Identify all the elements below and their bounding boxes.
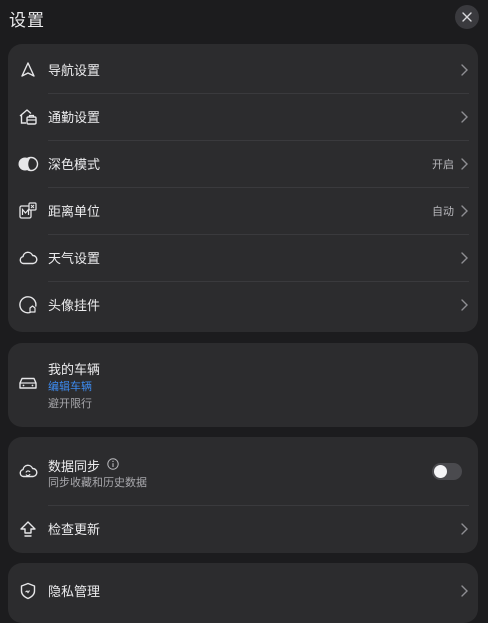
vehicle-subtitle: 避开限行 — [48, 397, 92, 410]
close-icon — [461, 11, 473, 23]
chevron-right-icon — [459, 251, 469, 265]
header: 设置 — [0, 0, 488, 36]
vehicle-title: 我的车辆 — [48, 363, 101, 378]
page-title: 设置 — [9, 11, 45, 31]
chevron-right-icon — [459, 157, 469, 171]
navigation-arrow-icon — [17, 59, 39, 81]
data-sync-title: 数据同步 — [48, 460, 101, 475]
sync-card: 数据同步 同步收藏和历史数据 检查更新 — [8, 437, 478, 553]
privacy-card: 隐私管理 — [8, 563, 478, 623]
shield-icon — [17, 580, 39, 602]
data-sync-toggle[interactable] — [432, 463, 462, 480]
settings-item-avatar-widget[interactable]: 头像挂件 — [8, 281, 478, 328]
vehicle-card[interactable]: 我的车辆 编辑车辆 避开限行 — [8, 343, 478, 427]
settings-card: 导航设置 通勤设置 深色模式 开启 距离单位 自动 天气设置 头像挂件 — [8, 44, 478, 332]
settings-item-dark-mode[interactable]: 深色模式 开启 — [8, 140, 478, 187]
settings-item-label: 导航设置 — [48, 64, 101, 79]
settings-item-value: 自动 — [432, 204, 454, 218]
home-briefcase-icon — [17, 106, 39, 128]
chevron-right-icon — [459, 110, 469, 124]
settings-item-label: 头像挂件 — [48, 299, 101, 314]
chevron-right-icon — [459, 522, 469, 536]
settings-item-label: 天气设置 — [48, 252, 101, 267]
cloud-sync-icon — [18, 463, 38, 479]
chevron-right-icon — [459, 204, 469, 218]
chevron-right-icon — [459, 584, 469, 598]
settings-item-navigation[interactable]: 导航设置 — [8, 46, 478, 93]
settings-item-weather[interactable]: 天气设置 — [8, 234, 478, 281]
cloud-icon — [17, 247, 39, 269]
chevron-right-icon — [459, 63, 469, 77]
chevron-right-icon — [459, 298, 469, 312]
settings-item-value: 开启 — [432, 157, 454, 171]
edit-vehicle-link[interactable]: 编辑车辆 — [48, 378, 92, 394]
check-update-label: 检查更新 — [48, 523, 101, 538]
metric-unit-icon — [17, 200, 39, 222]
info-icon[interactable] — [107, 458, 119, 470]
upload-arrow-icon — [17, 518, 39, 540]
settings-item-commute[interactable]: 通勤设置 — [8, 93, 478, 140]
close-button[interactable] — [455, 5, 479, 29]
toggle-knob — [434, 465, 447, 478]
data-sync-subtitle: 同步收藏和历史数据 — [48, 476, 147, 489]
settings-item-label: 深色模式 — [48, 158, 101, 173]
settings-item-distance-unit[interactable]: 距离单位 自动 — [8, 187, 478, 234]
settings-item-label: 通勤设置 — [48, 111, 101, 126]
data-sync-row: 数据同步 同步收藏和历史数据 — [8, 437, 478, 505]
avatar-frame-icon — [17, 294, 39, 316]
check-update-row[interactable]: 检查更新 — [8, 505, 478, 552]
car-icon — [18, 375, 38, 391]
half-circle-icon — [17, 153, 39, 175]
settings-item-label: 距离单位 — [48, 205, 101, 220]
privacy-management-label: 隐私管理 — [48, 585, 101, 600]
